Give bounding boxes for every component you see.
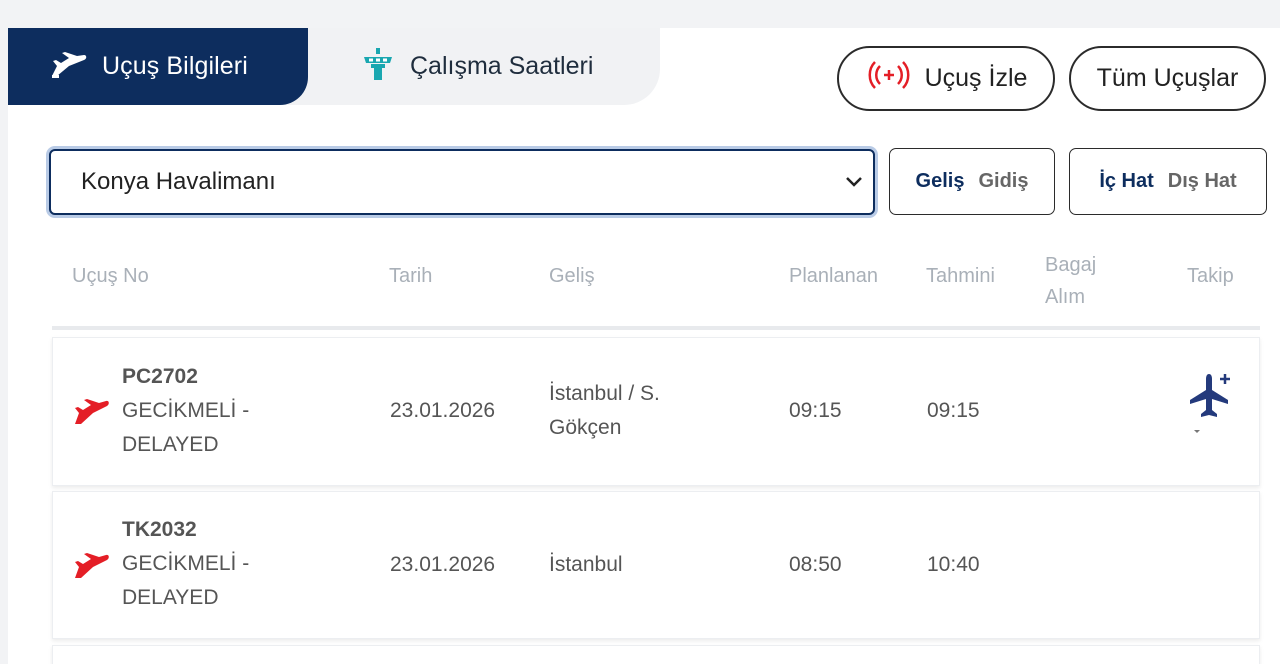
flight-estimated: 10:40	[927, 553, 980, 576]
header-flight-no: Uçuş No	[72, 265, 149, 287]
flight-code: PC2702	[122, 365, 198, 388]
plane-plus-icon[interactable]	[1184, 370, 1234, 443]
airport-select[interactable]: Konya Havalimanı	[49, 149, 875, 215]
header-date: Tarih	[389, 265, 433, 287]
table-row	[52, 645, 1260, 664]
flight-info: PC2702 GECİKMELİ - DELAYED	[122, 360, 249, 462]
departure-toggle-option[interactable]: Gidiş	[978, 170, 1028, 193]
flight-origin-line2: Gökçen	[549, 416, 622, 439]
control-tower-icon	[360, 46, 396, 87]
airplane-icon	[50, 49, 88, 84]
direction-toggle: Geliş Gidiş	[889, 148, 1055, 215]
header-baggage-line1: Bagaj	[1045, 254, 1097, 276]
flight-planned: 08:50	[789, 553, 842, 576]
header-track: Takip	[1187, 265, 1234, 287]
flight-status-line1: GECİKMELİ -	[122, 552, 250, 575]
international-toggle-option[interactable]: Dış Hat	[1168, 170, 1237, 193]
flight-origin-line1: İstanbul / S.	[549, 382, 660, 405]
header-divider	[52, 326, 1260, 330]
flight-status-line2: DELAYED	[122, 586, 219, 609]
arrival-toggle-option[interactable]: Geliş	[916, 170, 965, 193]
flight-status-line1: GECİKMELİ -	[122, 399, 250, 422]
header-baggage: Bagaj Alım	[1045, 249, 1096, 313]
flight-type-toggle: İç Hat Dış Hat	[1069, 148, 1267, 215]
tab-working-hours[interactable]: Çalışma Saatleri	[360, 28, 593, 105]
flight-origin: İstanbul	[549, 548, 623, 582]
flight-status-line2: DELAYED	[122, 433, 219, 456]
flight-estimated: 09:15	[927, 399, 980, 422]
tab-flight-info[interactable]: Uçuş Bilgileri	[8, 28, 308, 105]
chevron-down-icon	[843, 170, 865, 199]
flight-code: TK2032	[122, 518, 197, 541]
domestic-toggle-option[interactable]: İç Hat	[1099, 170, 1153, 193]
table-row: TK2032 GECİKMELİ - DELAYED 23.01.2026 İs…	[52, 491, 1260, 639]
table-row: PC2702 GECİKMELİ - DELAYED 23.01.2026 İs…	[52, 337, 1260, 486]
flight-origin: İstanbul / S. Gökçen	[549, 377, 660, 445]
red-plane-icon	[73, 549, 111, 586]
tab-working-hours-label: Çalışma Saatleri	[410, 52, 594, 80]
flight-origin-line1: İstanbul	[549, 553, 623, 576]
flight-date: 23.01.2026	[390, 399, 496, 422]
header-arrival: Geliş	[549, 265, 595, 287]
live-track-label: Uçuş İzle	[924, 64, 1028, 92]
flight-planned: 09:15	[789, 399, 842, 422]
broadcast-icon	[865, 58, 913, 99]
header-estimated: Tahmini	[926, 265, 995, 287]
tab-flight-info-label: Uçuş Bilgileri	[102, 52, 248, 80]
header-baggage-line2: Alım	[1045, 286, 1085, 308]
red-plane-icon	[73, 395, 111, 432]
flight-date: 23.01.2026	[390, 553, 496, 576]
flight-info: TK2032 GECİKMELİ - DELAYED	[122, 513, 249, 615]
header-planned: Planlanan	[789, 265, 878, 287]
airport-select-value: Konya Havalimanı	[81, 168, 276, 195]
all-flights-button[interactable]: Tüm Uçuşlar	[1069, 46, 1266, 111]
live-track-button[interactable]: Uçuş İzle	[837, 46, 1055, 111]
